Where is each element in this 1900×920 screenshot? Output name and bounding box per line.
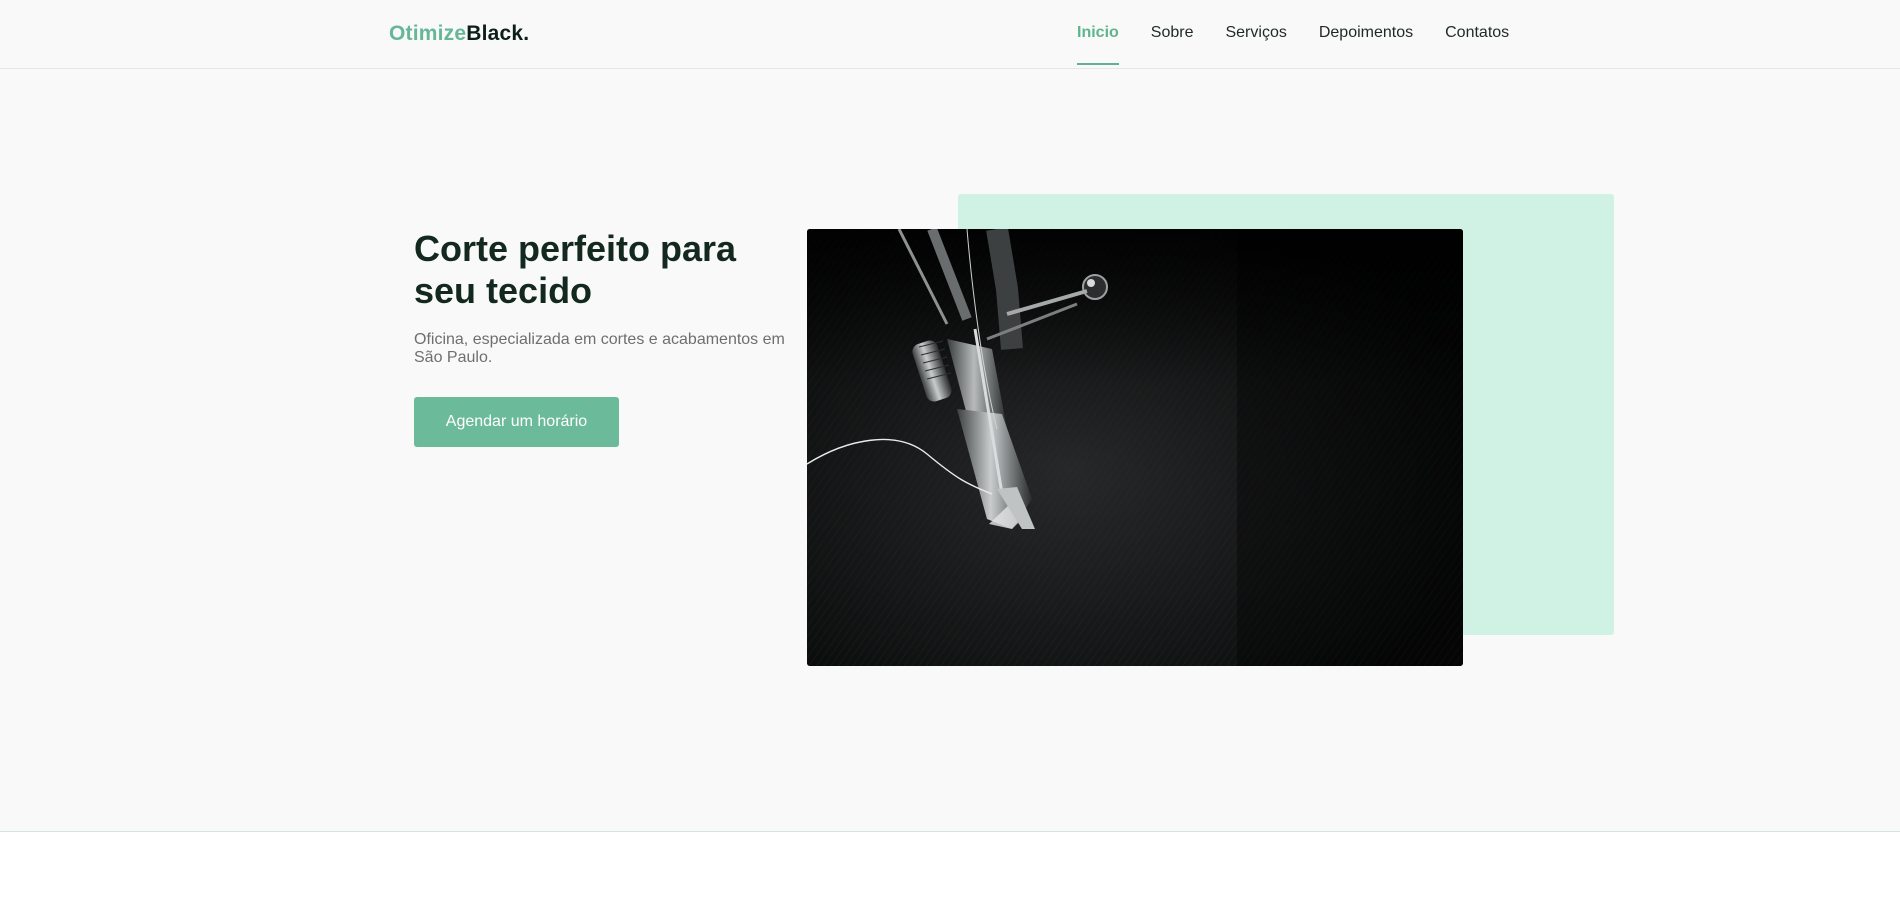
sewing-machine-image [807,229,1463,666]
navbar: OtimizeBlack. Inicio Sobre Serviços Depo… [0,0,1900,69]
nav-item-contatos[interactable]: Contatos [1445,0,1509,65]
brand-logo[interactable]: OtimizeBlack. [389,22,529,46]
hero-section: OtimizeBlack. Inicio Sobre Serviços Depo… [0,0,1900,832]
main-nav: Inicio Sobre Serviços Depoimentos Contat… [1077,0,1541,69]
page: OtimizeBlack. Inicio Sobre Serviços Depo… [0,0,1900,920]
nav-item-depoimentos[interactable]: Depoimentos [1319,0,1413,65]
sewing-machine-illustration [807,229,1463,666]
brand-name-part1: Otimize [389,22,467,45]
schedule-button[interactable]: Agendar um horário [414,397,619,447]
hero-title: Corte perfeito para seu tecido [414,228,737,311]
nav-item-sobre[interactable]: Sobre [1151,0,1194,65]
hero-subtitle: Oficina, especializada em cortes e acaba… [414,331,785,366]
nav-item-servicos[interactable]: Serviços [1225,0,1286,65]
nav-item-inicio[interactable]: Inicio [1077,0,1119,65]
hero-text: Corte perfeito para seu tecido Oficina, … [414,228,804,367]
brand-name-part2: Black. [466,22,530,45]
